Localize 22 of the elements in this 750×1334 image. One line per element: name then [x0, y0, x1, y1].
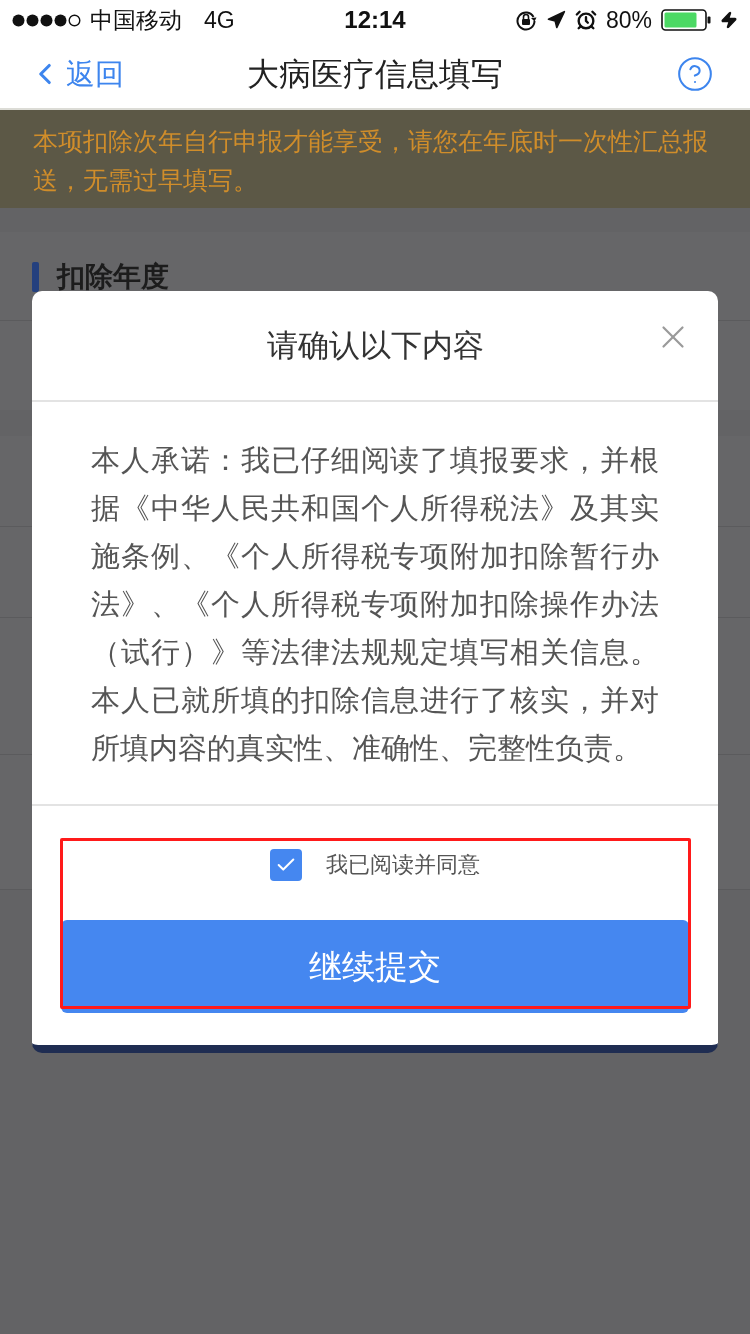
- submit-button[interactable]: 继续提交: [61, 920, 689, 1013]
- rotation-lock-icon: [514, 9, 537, 31]
- battery-icon: [661, 9, 711, 31]
- notice-text: 本项扣除次年自行申报才能享受，请您在年底时一次性汇总报送，无需过早填写。: [33, 126, 709, 196]
- back-button[interactable]: 返回: [28, 57, 124, 91]
- agreement-label: 我已阅读并同意: [326, 854, 480, 876]
- carrier-name: 中国移动: [90, 8, 182, 32]
- network-type: 4G: [204, 8, 235, 32]
- agreement-option[interactable]: 我已阅读并同意: [270, 849, 480, 881]
- location-arrow-icon: [545, 10, 566, 30]
- section-marker: [32, 262, 39, 292]
- charging-bolt-icon: [720, 11, 738, 29]
- help-icon[interactable]: [676, 55, 714, 93]
- alarm-clock-icon: [574, 9, 597, 31]
- section-title: 扣除年度: [57, 262, 169, 292]
- commitment-text: 本人承诺：我已仔细阅读了填报要求，并根据《中华人民共和国个人所得税法》及其实施条例、《个人所得税专项附加扣除暂行办法》、《个人所得税专项附加扣除操作办法（试行）》等法律法规规定填写相关信息。本人已就所填的扣除信息进行了核实，并对所填内容的真实性、准确性、完整性负责。: [91, 443, 659, 766]
- page-title: 大病医疗信息填写: [247, 58, 503, 90]
- battery-percentage: 80%: [605, 8, 652, 32]
- dialog-title: 请确认以下内容: [266, 330, 484, 361]
- checkbox[interactable]: [270, 849, 302, 881]
- clock-time: 12:14: [344, 8, 406, 32]
- signal-strength-icon: [12, 13, 82, 27]
